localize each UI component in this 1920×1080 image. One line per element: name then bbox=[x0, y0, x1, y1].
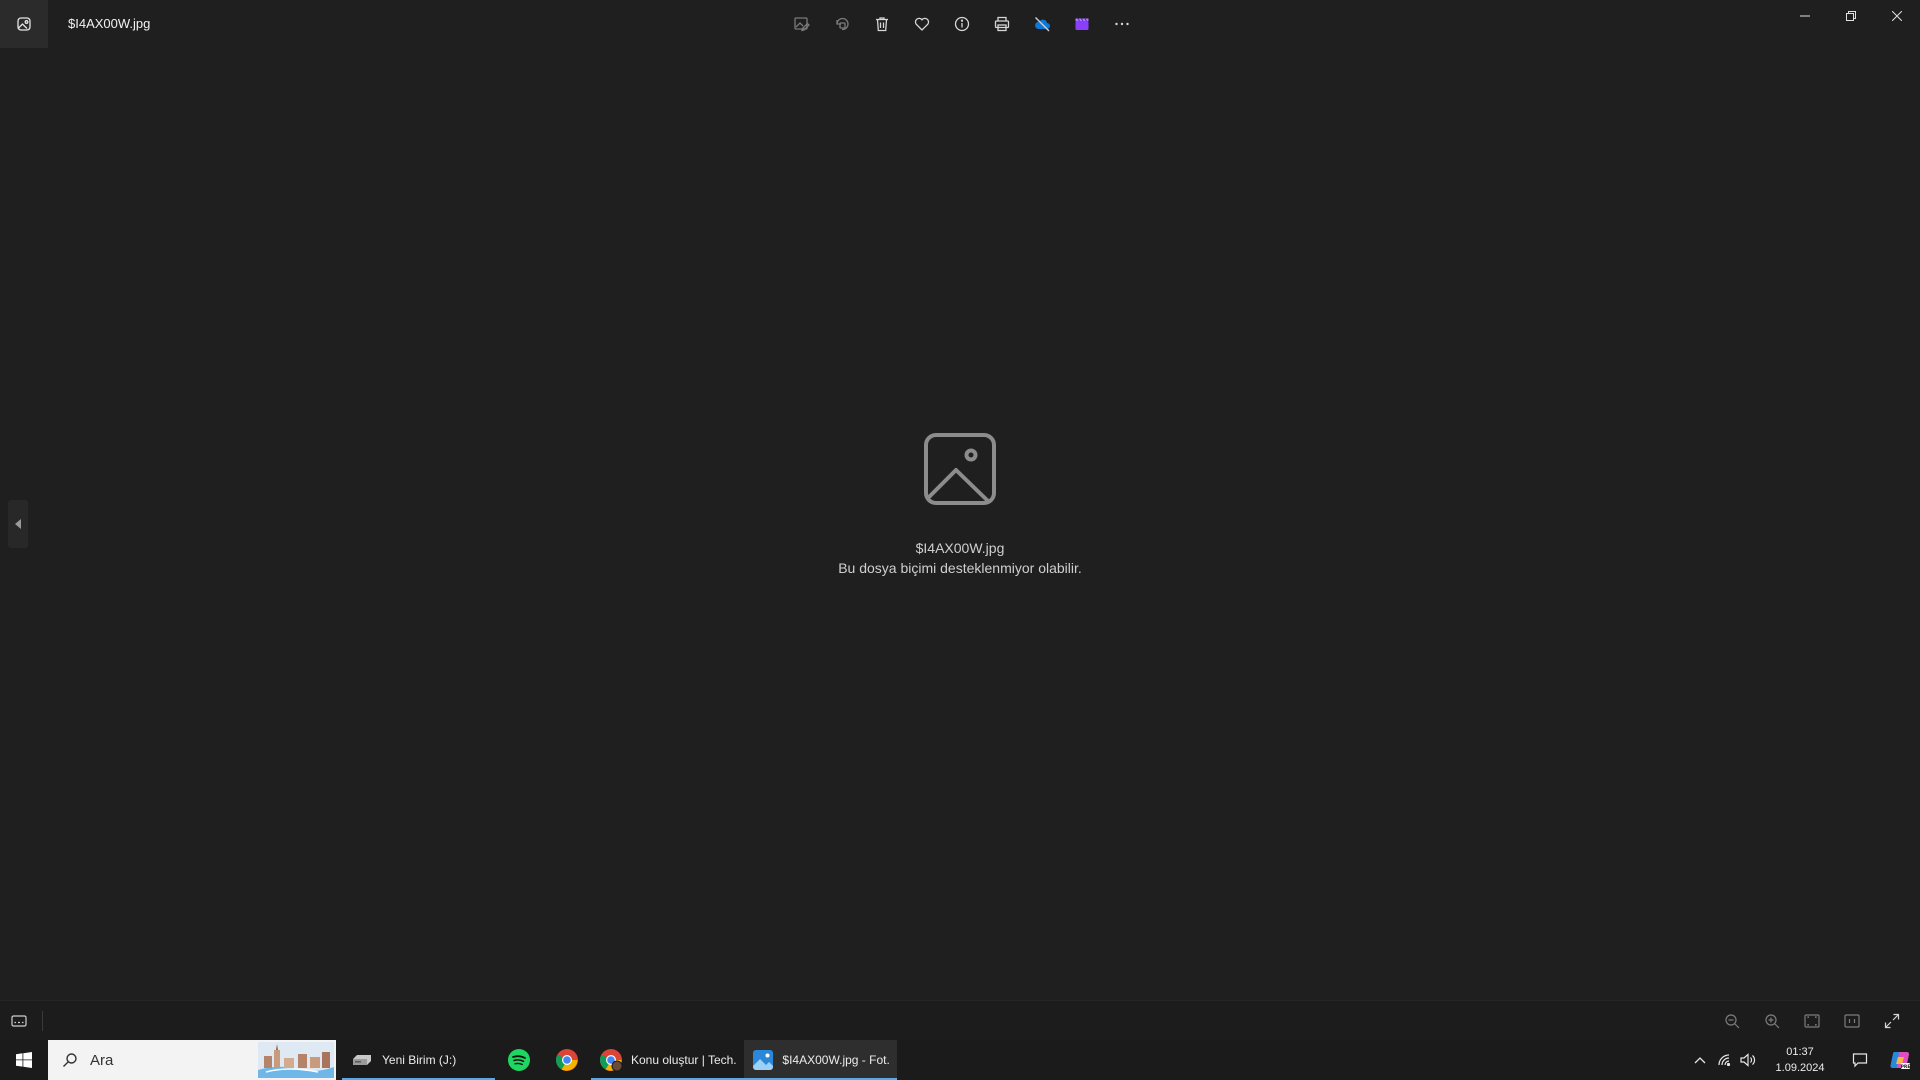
chrome-icon bbox=[555, 1048, 579, 1072]
previous-image-button[interactable] bbox=[8, 500, 28, 548]
unsupported-message: Bu dosya biçimi desteklenmiyor olabilir. bbox=[838, 560, 1082, 576]
info-icon bbox=[954, 16, 970, 32]
heart-icon bbox=[914, 17, 930, 31]
unsupported-file-placeholder: $I4AX00W.jpg Bu dosya biçimi desteklenmi… bbox=[760, 432, 1160, 576]
zoom-in-button[interactable] bbox=[1752, 1005, 1792, 1037]
windows-taskbar: Ara Yeni Birim (J:) Konu oluştur | Tech.… bbox=[0, 1040, 1920, 1080]
fit-window-icon bbox=[1804, 1014, 1820, 1028]
expand-icon bbox=[1884, 1013, 1900, 1029]
clock-date: 1.09.2024 bbox=[1775, 1062, 1825, 1074]
caret-left-icon bbox=[15, 519, 21, 529]
windows-logo-icon bbox=[16, 1052, 32, 1068]
edit-image-button[interactable] bbox=[782, 8, 822, 40]
print-button[interactable] bbox=[982, 8, 1022, 40]
info-button[interactable] bbox=[942, 8, 982, 40]
network-button[interactable] bbox=[1712, 1040, 1736, 1080]
fullscreen-button[interactable] bbox=[1872, 1005, 1912, 1037]
taskbar-apps: Yeni Birim (J:) Konu oluştur | Tech... $… bbox=[342, 1040, 897, 1080]
taskbar-item-file-explorer[interactable]: Yeni Birim (J:) bbox=[342, 1040, 495, 1080]
taskbar-item-chrome-profile[interactable]: Konu oluştur | Tech... bbox=[591, 1040, 744, 1080]
search-placeholder: Ara bbox=[90, 1051, 114, 1069]
zoom-in-icon bbox=[1765, 1014, 1780, 1029]
photos-app-icon[interactable] bbox=[0, 0, 48, 48]
delete-button[interactable] bbox=[862, 8, 902, 40]
more-icon bbox=[1115, 22, 1129, 26]
cloud-off-icon bbox=[1035, 17, 1050, 32]
taskbar-item-photos[interactable]: $I4AX00W.jpg - Fot... bbox=[744, 1040, 897, 1080]
svg-text:PRE: PRE bbox=[1901, 1064, 1911, 1070]
photos-app-window: $I4AX00W.jpg $I4AX00W.jpg Bu dosya biçim… bbox=[0, 0, 1920, 1040]
notifications-button[interactable] bbox=[1840, 1040, 1880, 1080]
wifi-icon bbox=[1718, 1054, 1731, 1067]
zoom-out-icon bbox=[1725, 1014, 1740, 1029]
taskbar-item-chrome[interactable] bbox=[543, 1040, 591, 1080]
rotate-button[interactable] bbox=[822, 8, 862, 40]
filmstrip-button[interactable] bbox=[8, 1010, 30, 1032]
actual-size-icon bbox=[1844, 1014, 1860, 1028]
start-button[interactable] bbox=[0, 1040, 48, 1080]
drive-icon bbox=[350, 1048, 374, 1072]
restore-icon bbox=[1846, 11, 1856, 21]
fit-to-window-button[interactable] bbox=[1792, 1005, 1832, 1037]
taskbar-item-label: $I4AX00W.jpg - Fot... bbox=[782, 1053, 889, 1067]
taskbar-search-box[interactable]: Ara bbox=[48, 1040, 336, 1080]
printer-icon bbox=[994, 16, 1010, 32]
window-title: $I4AX00W.jpg bbox=[68, 16, 151, 31]
system-tray: 01:37 1.09.2024 PRE bbox=[1688, 1040, 1920, 1080]
window-controls bbox=[1782, 0, 1920, 32]
clock-time: 01:37 bbox=[1786, 1046, 1814, 1058]
zoom-out-button[interactable] bbox=[1712, 1005, 1752, 1037]
taskbar-item-spotify[interactable] bbox=[495, 1040, 543, 1080]
favorite-button[interactable] bbox=[902, 8, 942, 40]
volume-button[interactable] bbox=[1736, 1040, 1760, 1080]
minimize-button[interactable] bbox=[1782, 0, 1828, 32]
close-icon bbox=[1892, 11, 1902, 21]
bottom-bar-divider bbox=[42, 1011, 43, 1031]
taskbar-clock[interactable]: 01:37 1.09.2024 bbox=[1760, 1044, 1840, 1076]
clapper-icon bbox=[1075, 18, 1089, 30]
spotify-icon bbox=[507, 1048, 531, 1072]
more-button[interactable] bbox=[1102, 8, 1142, 40]
zoom-controls bbox=[1712, 1005, 1912, 1037]
bottom-bar bbox=[0, 1000, 1920, 1040]
taskbar-item-label: Konu oluştur | Tech... bbox=[631, 1053, 736, 1067]
chevron-up-icon bbox=[1694, 1057, 1706, 1064]
speaker-icon bbox=[1740, 1053, 1756, 1067]
rotate-icon bbox=[836, 17, 849, 31]
chrome-profile-icon bbox=[599, 1048, 623, 1072]
title-bar: $I4AX00W.jpg bbox=[0, 0, 1920, 48]
taskbar-item-label: Yeni Birim (J:) bbox=[382, 1053, 457, 1067]
image-placeholder-icon bbox=[923, 432, 997, 506]
onedrive-button[interactable] bbox=[1022, 8, 1062, 40]
copilot-icon: PRE bbox=[1890, 1051, 1911, 1070]
clipchamp-button[interactable] bbox=[1062, 8, 1102, 40]
copilot-button[interactable]: PRE bbox=[1880, 1040, 1920, 1080]
close-button[interactable] bbox=[1874, 0, 1920, 32]
trash-icon bbox=[876, 17, 888, 32]
edit-image-icon bbox=[794, 17, 810, 32]
photos-icon bbox=[752, 1048, 774, 1072]
search-highlight-illustration bbox=[258, 1042, 334, 1078]
placeholder-filename: $I4AX00W.jpg bbox=[915, 540, 1005, 556]
chat-bubble-icon bbox=[1852, 1053, 1868, 1068]
image-toolbar bbox=[782, 8, 1142, 40]
restore-button[interactable] bbox=[1828, 0, 1874, 32]
filmstrip-icon bbox=[11, 1015, 27, 1027]
show-hidden-icons-button[interactable] bbox=[1688, 1040, 1712, 1080]
actual-size-button[interactable] bbox=[1832, 1005, 1872, 1037]
search-icon bbox=[63, 1053, 77, 1067]
minimize-icon bbox=[1800, 15, 1810, 17]
